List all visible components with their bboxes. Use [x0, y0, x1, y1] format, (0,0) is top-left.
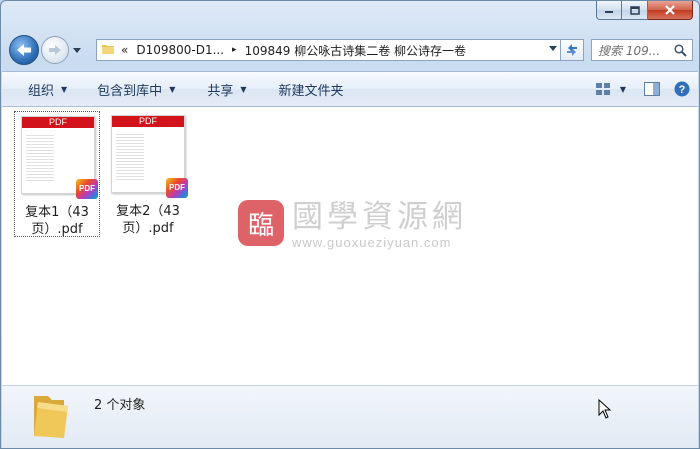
pdf-badge-icon: PDF	[76, 179, 98, 199]
forward-button[interactable]	[41, 36, 69, 64]
page-preview	[116, 134, 144, 180]
breadcrumb-current[interactable]: 109849 柳公咏古诗集二卷 柳公诗存一卷	[245, 42, 466, 59]
file-item[interactable]: PDF PDF 复本2（43 页）.pdf	[105, 111, 191, 237]
pdf-thumbnail: PDF PDF	[21, 116, 98, 199]
include-library-label: 包含到库中	[97, 83, 163, 99]
help-icon: ?	[674, 81, 690, 97]
preview-pane-icon	[644, 82, 660, 96]
command-bar: 组织 ▼ 包含到库中 ▼ 共享 ▼ 新建文件夹 ▼ ?	[2, 71, 698, 107]
minimize-button[interactable]	[596, 1, 622, 20]
refresh-icon	[567, 44, 577, 56]
pdf-badge-icon: PDF	[166, 178, 188, 198]
close-button[interactable]	[648, 1, 693, 20]
forward-arrow-icon	[49, 45, 61, 55]
chevron-down-icon	[73, 47, 81, 53]
folder-icon	[101, 42, 115, 59]
maximize-button[interactable]	[622, 1, 648, 20]
file-name[interactable]: 复本2（43 页）.pdf	[105, 203, 191, 237]
watermark-text: 國學資源網 www.guoxueziyuan.com	[292, 200, 467, 250]
dropdown-arrow-icon: ▼	[61, 84, 68, 94]
folder-icon	[28, 390, 72, 445]
navigation-buttons	[9, 35, 82, 65]
new-folder-button[interactable]: 新建文件夹	[257, 72, 354, 106]
address-overflow[interactable]: «	[121, 43, 128, 57]
dropdown-arrow-icon: ▼	[169, 84, 176, 94]
back-arrow-icon	[17, 44, 31, 56]
include-library-menu[interactable]: 包含到库中 ▼	[77, 72, 185, 106]
pdf-header: PDF	[22, 117, 94, 128]
minimize-icon	[605, 11, 613, 13]
search-icon[interactable]	[674, 43, 687, 57]
file-name-line1: 复本2（43	[116, 204, 180, 219]
svg-text:?: ?	[679, 84, 686, 96]
organize-label: 组织	[28, 83, 55, 99]
refresh-button[interactable]	[560, 39, 584, 61]
item-count: 2 个对象	[94, 398, 146, 413]
search-input[interactable]: 搜索 109...	[591, 39, 693, 61]
view-grid-icon	[595, 83, 610, 95]
watermark: 臨 國學資源網 www.guoxueziyuan.com	[238, 200, 467, 250]
search-placeholder: 搜索 109...	[598, 43, 661, 58]
file-name-line1: 复本1（43	[25, 205, 89, 220]
mouse-cursor-icon	[598, 399, 612, 419]
view-controls: ▼ ?	[582, 72, 690, 106]
view-dropdown-icon[interactable]: ▼	[620, 85, 626, 94]
breadcrumb-separator[interactable]: ▸	[232, 45, 237, 55]
explorer-window: « D109800-D1... ▸ 109849 柳公咏古诗集二卷 柳公诗存一卷…	[0, 0, 700, 449]
page-preview	[26, 135, 54, 181]
file-name-line2: 页）.pdf	[31, 222, 83, 237]
details-pane: 2 个对象	[2, 385, 698, 448]
pdf-header: PDF	[112, 116, 184, 127]
change-view-button[interactable]: ▼	[595, 83, 626, 95]
file-item[interactable]: PDF PDF 复本1（43 页）.pdf	[14, 111, 100, 237]
recent-pages-button[interactable]	[72, 45, 82, 55]
share-menu[interactable]: 共享 ▼	[185, 72, 256, 106]
close-icon	[665, 5, 675, 15]
back-button[interactable]	[9, 35, 39, 65]
file-list-pane[interactable]: PDF PDF 复本1（43 页）.pdf PDF PDF 复本2（43 页）.…	[2, 107, 698, 385]
pdf-thumbnail: PDF PDF	[111, 115, 188, 198]
help-button[interactable]: ?	[674, 81, 690, 97]
watermark-title: 國學資源網	[292, 199, 467, 235]
file-name[interactable]: 复本1（43 页）.pdf	[15, 204, 99, 238]
watermark-logo: 臨	[238, 200, 284, 246]
address-bar[interactable]: « D109800-D1... ▸ 109849 柳公咏古诗集二卷 柳公诗存一卷	[96, 39, 584, 61]
dropdown-arrow-icon: ▼	[240, 84, 247, 94]
breadcrumb-parent[interactable]: D109800-D1...	[136, 43, 224, 57]
caption-buttons	[596, 1, 693, 20]
file-name-line2: 页）.pdf	[122, 221, 174, 236]
address-dropdown-icon[interactable]	[549, 46, 557, 51]
preview-pane-button[interactable]	[644, 82, 660, 96]
watermark-url: www.guoxueziyuan.com	[292, 235, 452, 250]
maximize-icon	[629, 5, 640, 15]
new-folder-label: 新建文件夹	[278, 83, 344, 99]
organize-menu[interactable]: 组织 ▼	[2, 72, 77, 106]
share-label: 共享	[207, 83, 234, 99]
